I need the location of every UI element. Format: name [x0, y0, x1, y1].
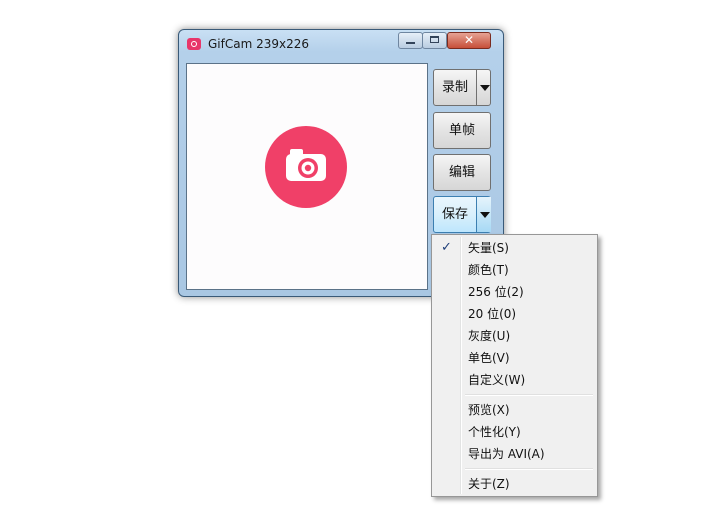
menu-item-label: 导出为 AVI(A) [468, 447, 545, 461]
menu-item-label: 256 位(2) [468, 285, 524, 299]
maximize-button[interactable] [422, 32, 447, 49]
save-button-label: 保存 [441, 207, 468, 222]
menu-item[interactable]: 个性化(Y) [434, 421, 595, 443]
menu-item[interactable]: 单色(V) [434, 347, 595, 369]
menu-item[interactable]: 20 位(0) [434, 303, 595, 325]
menu-item[interactable]: 256 位(2) [434, 281, 595, 303]
gifcam-app-icon [187, 38, 201, 50]
menu-item[interactable]: ✓ 矢量(S) [434, 237, 595, 259]
edit-button-label: 编辑 [448, 165, 475, 180]
frame-button[interactable]: 单帧 [433, 112, 491, 149]
menu-separator [465, 468, 593, 470]
menu-item-label: 个性化(Y) [468, 425, 521, 439]
camera-icon [265, 126, 347, 208]
close-button[interactable]: ✕ [447, 32, 491, 49]
menu-item-label: 颜色(T) [468, 263, 509, 277]
checkmark-icon: ✓ [441, 240, 452, 255]
menu-item[interactable]: 颜色(T) [434, 259, 595, 281]
close-icon: ✕ [463, 33, 475, 47]
record-button-label: 录制 [441, 80, 468, 95]
save-dropdown-arrow-icon[interactable] [476, 197, 491, 232]
menu-item[interactable]: 预览(X) [434, 399, 595, 421]
menu-item-label: 矢量(S) [468, 241, 509, 255]
menu-item[interactable]: 关于(Z) [434, 473, 595, 495]
window-title: GifCam 239x226 [208, 37, 310, 51]
frame-button-label: 单帧 [448, 123, 475, 138]
menu-item-label: 单色(V) [468, 351, 510, 365]
menu-separator [465, 394, 593, 396]
menu-item-label: 预览(X) [468, 403, 510, 417]
edit-button[interactable]: 编辑 [433, 154, 491, 191]
menu-item-label: 灰度(U) [468, 329, 511, 343]
minimize-icon [406, 42, 415, 44]
save-button[interactable]: 保存 [433, 196, 491, 233]
capture-area[interactable] [186, 63, 428, 290]
save-options-menu: ✓ 矢量(S) 颜色(T) 256 位(2) 20 位(0) 灰度(U) 单色(V) 自定义(… [431, 234, 598, 497]
minimize-button[interactable] [398, 32, 423, 49]
record-button[interactable]: 录制 [433, 69, 491, 106]
title-bar[interactable]: GifCam 239x226 ✕ [179, 30, 503, 56]
menu-item[interactable]: 导出为 AVI(A) [434, 443, 595, 465]
menu-item[interactable]: 自定义(W) [434, 369, 595, 391]
menu-item-label: 20 位(0) [468, 307, 517, 321]
menu-item-label: 自定义(W) [468, 373, 526, 387]
menu-item-label: 关于(Z) [468, 477, 510, 491]
menu-item[interactable]: 灰度(U) [434, 325, 595, 347]
camera-icon-graphic [286, 149, 326, 181]
maximize-icon [430, 36, 439, 43]
record-dropdown-arrow-icon[interactable] [476, 70, 491, 105]
